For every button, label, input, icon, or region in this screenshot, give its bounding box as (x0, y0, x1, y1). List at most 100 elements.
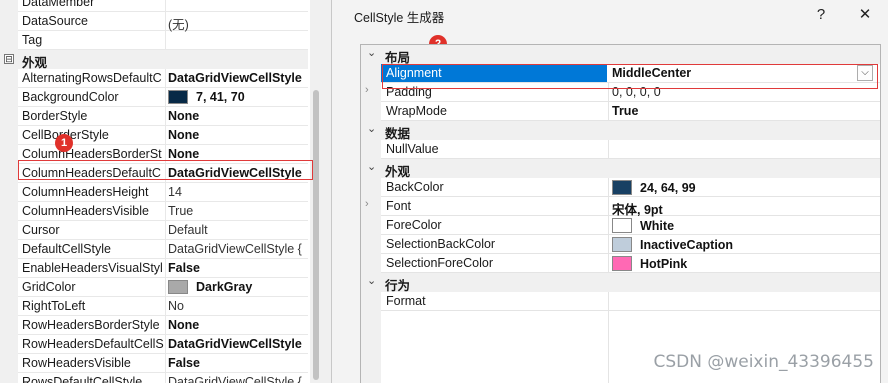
property-value-text: True (168, 204, 194, 218)
property-name: BorderStyle (22, 109, 88, 123)
property-row[interactable]: DataMember (18, 0, 308, 12)
property-name: RowHeadersBorderStyle (22, 318, 160, 332)
property-name: DataSource (22, 14, 89, 28)
property-row[interactable]: BackgroundColor 7, 41, 70 (18, 88, 308, 107)
close-button[interactable]: ✕ (850, 3, 880, 27)
chevron-down-icon[interactable]: ⌄ (367, 160, 376, 173)
property-value[interactable]: 7, 41, 70 (168, 90, 308, 104)
grid-property-value[interactable]: HotPink (612, 256, 872, 271)
property-value[interactable]: No (168, 299, 308, 313)
cellstyle-property-grid: ⌄ 布局 Alignment MiddleCenter ⌵ › Padding 0, 0, 0… (360, 44, 881, 383)
property-value-text: DataGridViewCellStyle { (168, 242, 302, 256)
property-value-text: (无) (168, 18, 189, 32)
property-value[interactable]: None (168, 128, 308, 142)
property-row[interactable]: DataSource (无) (18, 12, 308, 32)
grid-property-value[interactable]: White (612, 218, 872, 233)
grid-property-name: Format (386, 294, 426, 308)
grid-property-value-text: InactiveCaption (640, 238, 734, 252)
color-swatch (168, 90, 188, 104)
chevron-down-icon[interactable]: ⌄ (367, 46, 376, 59)
chevron-right-icon[interactable]: › (365, 198, 369, 210)
property-value[interactable]: False (168, 261, 308, 275)
grid-row[interactable]: SelectionForeColor HotPink (381, 254, 880, 273)
property-name: Cursor (22, 223, 60, 237)
grid-category[interactable]: ⌄ 外观 (361, 159, 880, 179)
color-swatch (612, 218, 632, 233)
property-value[interactable]: DataGridViewCellStyle (168, 71, 308, 85)
grid-property-value[interactable]: InactiveCaption (612, 237, 872, 252)
property-value[interactable]: DataGridViewCellStyle { (168, 242, 308, 256)
property-row[interactable]: RowHeadersBorderStyle None (18, 316, 308, 335)
property-value[interactable]: False (168, 356, 308, 370)
property-row[interactable]: RowsDefaultCellStyle DataGridViewCellStyl… (18, 373, 308, 383)
grid-category[interactable]: ⌄ 布局 (361, 45, 880, 65)
grid-row[interactable]: SelectionBackColor InactiveCaption (381, 235, 880, 254)
grid-margin (361, 45, 381, 383)
grid-row[interactable]: › Font 宋体, 9pt (365, 197, 880, 217)
property-row[interactable]: BorderStyle None (18, 107, 308, 126)
property-value[interactable]: True (168, 204, 308, 218)
property-name: Tag (22, 33, 43, 47)
property-row[interactable]: ColumnHeadersVisible True (18, 202, 308, 221)
collapse-icon[interactable]: ⊟ (4, 54, 14, 64)
property-row[interactable]: RowHeadersDefaultCellS DataGridViewCellSt… (18, 335, 308, 354)
grid-property-value-text: 24, 64, 99 (640, 181, 696, 195)
properties-panel: DataMember DataSource (无) Tag ⊟ 外观 Alternating… (0, 0, 322, 383)
property-row[interactable]: ColumnHeadersHeight 14 (18, 183, 308, 202)
grid-row[interactable]: BackColor 24, 64, 99 (381, 178, 880, 197)
scrollbar-thumb[interactable] (313, 90, 319, 380)
property-value-text: DataGridViewCellStyle (168, 337, 302, 351)
property-value-text: DarkGray (196, 280, 253, 294)
grid-property-name: SelectionForeColor (386, 256, 493, 270)
property-name: CellBorderStyle (22, 128, 166, 142)
dialog-titlebar[interactable]: CellStyle 生成器 ? ✕ (332, 0, 888, 30)
color-swatch (612, 237, 632, 252)
grid-property-value[interactable]: 24, 64, 99 (612, 180, 872, 195)
grid-property-name: BackColor (386, 180, 444, 194)
property-row[interactable]: AlternatingRowsDefaultC DataGridViewCellS… (18, 69, 308, 88)
grid-category[interactable]: ⌄ 行为 (361, 273, 880, 293)
grid-property-name: Font (386, 199, 412, 213)
grid-row[interactable]: Format (381, 292, 880, 311)
property-value[interactable]: None (168, 318, 308, 332)
category-appearance[interactable]: ⊟ 外观 (0, 50, 308, 70)
color-swatch (612, 180, 632, 195)
property-name: ColumnHeadersHeight (22, 185, 149, 199)
property-row[interactable]: RightToLeft No (18, 297, 308, 316)
property-row[interactable]: Tag (18, 31, 308, 50)
property-value-text: Default (168, 223, 208, 237)
color-swatch (168, 280, 188, 294)
property-name: ColumnHeadersBorderSt (22, 147, 162, 161)
grid-row[interactable]: WrapMode True (381, 102, 880, 121)
grid-row[interactable]: NullValue (381, 140, 880, 159)
annotation-box-alignment (382, 64, 878, 89)
property-value[interactable]: DataGridViewCellStyle { (168, 375, 308, 383)
annotation-box-column-headers (18, 160, 313, 180)
property-row[interactable]: DefaultCellStyle DataGridViewCellStyle { (18, 240, 308, 259)
property-value[interactable]: None (168, 109, 308, 123)
grid-property-value[interactable]: True (612, 104, 872, 118)
chevron-right-icon[interactable]: › (365, 84, 369, 96)
grid-property-value-text: 宋体, 9pt (612, 203, 663, 217)
grid-property-name: ForeColor (386, 218, 442, 232)
property-name: RightToLeft (22, 299, 86, 313)
help-button[interactable]: ? (806, 3, 836, 27)
property-value-text: None (168, 128, 200, 142)
chevron-down-icon[interactable]: ⌄ (367, 122, 376, 135)
grid-category[interactable]: ⌄ 数据 (361, 121, 880, 141)
property-row[interactable]: Cursor Default (18, 221, 308, 240)
chevron-down-icon[interactable]: ⌄ (367, 274, 376, 287)
properties-scrollbar[interactable] (310, 0, 322, 383)
grid-row[interactable]: ForeColor White (381, 216, 880, 235)
property-value[interactable]: None (168, 147, 308, 161)
property-value[interactable]: DarkGray (168, 280, 308, 294)
property-value[interactable]: 14 (168, 185, 308, 199)
property-row[interactable]: RowHeadersVisible False (18, 354, 308, 373)
annotation-badge-1: 1 (55, 134, 73, 152)
property-row[interactable]: EnableHeadersVisualStyl False (18, 259, 308, 278)
property-value-text: None (168, 147, 200, 161)
property-value[interactable]: DataGridViewCellStyle (168, 337, 308, 351)
property-value[interactable]: Default (168, 223, 308, 237)
property-value-text: DataGridViewCellStyle { (168, 375, 302, 383)
property-row[interactable]: GridColor DarkGray (18, 278, 308, 297)
